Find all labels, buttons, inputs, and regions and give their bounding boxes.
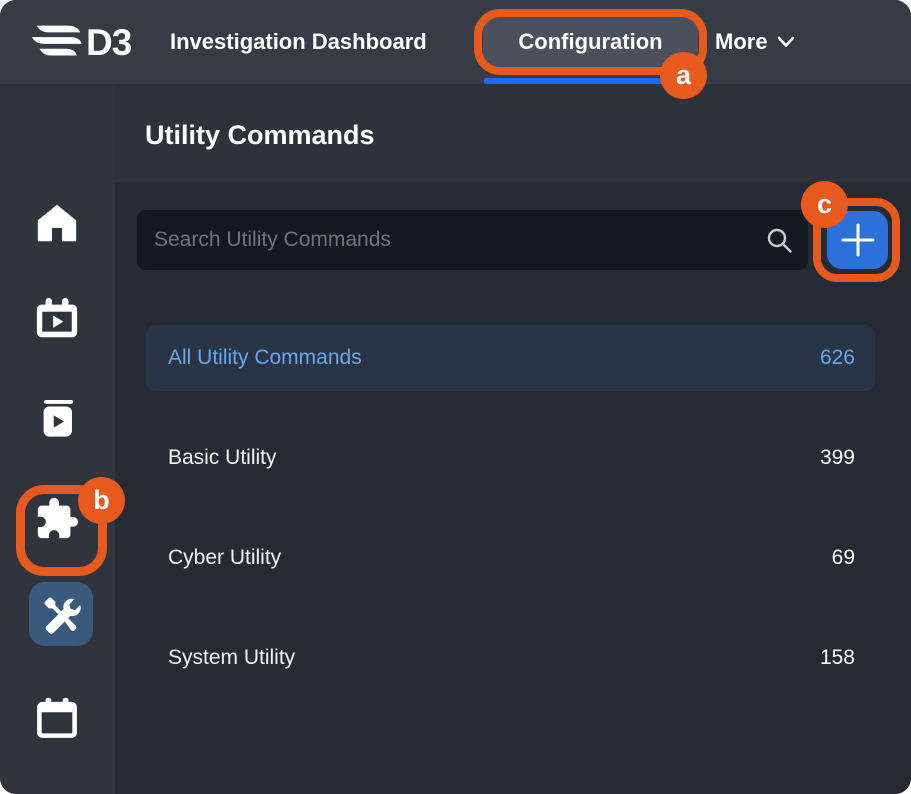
- add-utility-command-button[interactable]: [827, 211, 888, 269]
- category-count: 158: [820, 646, 855, 670]
- app-window: D3 Investigation Dashboard Configuration…: [0, 0, 911, 794]
- tab-more[interactable]: More: [715, 0, 795, 84]
- category-count: 69: [832, 546, 855, 570]
- tab-investigation-dashboard[interactable]: Investigation Dashboard: [170, 0, 427, 84]
- sidebar-item-integrations[interactable]: [34, 496, 80, 542]
- utility-commands-panel: All Utility Commands 626 Basic Utility 3…: [115, 182, 911, 794]
- home-icon: [34, 200, 80, 246]
- d3-logo[interactable]: D3: [28, 0, 131, 84]
- tab-label: Configuration: [518, 29, 662, 55]
- sidebar-item-home[interactable]: [34, 200, 80, 246]
- chevron-down-icon: [777, 36, 795, 48]
- category-row-system-utility[interactable]: System Utility 158: [146, 625, 875, 691]
- category-label: Cyber Utility: [168, 546, 281, 570]
- d3-logo-mark-icon: [28, 22, 82, 62]
- category-row-cyber-utility[interactable]: Cyber Utility 69: [146, 525, 875, 591]
- category-label: System Utility: [168, 646, 295, 670]
- top-navigation-bar: D3 Investigation Dashboard Configuration…: [0, 0, 911, 84]
- search-box: [137, 210, 808, 270]
- sidebar-item-utility-commands[interactable]: [29, 582, 93, 646]
- category-label: All Utility Commands: [168, 346, 362, 370]
- category-count: 626: [820, 346, 855, 370]
- category-label: Basic Utility: [168, 446, 277, 470]
- calendar-play-icon: [34, 296, 80, 342]
- page-title: Utility Commands: [145, 120, 375, 151]
- sidebar-item-event-playbook[interactable]: [34, 296, 80, 342]
- tools-icon: [41, 594, 81, 634]
- calendar-icon: [34, 695, 80, 741]
- sidebar-item-playbook[interactable]: [34, 395, 80, 441]
- left-sidebar: [0, 84, 115, 794]
- plus-icon: [841, 223, 875, 257]
- category-count: 399: [820, 446, 855, 470]
- tab-configuration[interactable]: Configuration: [483, 17, 698, 67]
- active-tab-underline: [484, 78, 697, 84]
- category-list: All Utility Commands 626 Basic Utility 3…: [146, 325, 875, 725]
- tab-label: More: [715, 29, 768, 55]
- category-row-all-utility-commands[interactable]: All Utility Commands 626: [146, 325, 875, 391]
- sidebar-item-schedule[interactable]: [34, 695, 80, 741]
- logo-text: D3: [86, 24, 131, 61]
- book-play-icon: [34, 395, 80, 441]
- search-input[interactable]: [137, 210, 808, 270]
- tab-label: Investigation Dashboard: [170, 29, 427, 55]
- category-row-basic-utility[interactable]: Basic Utility 399: [146, 425, 875, 491]
- puzzle-icon: [34, 496, 80, 542]
